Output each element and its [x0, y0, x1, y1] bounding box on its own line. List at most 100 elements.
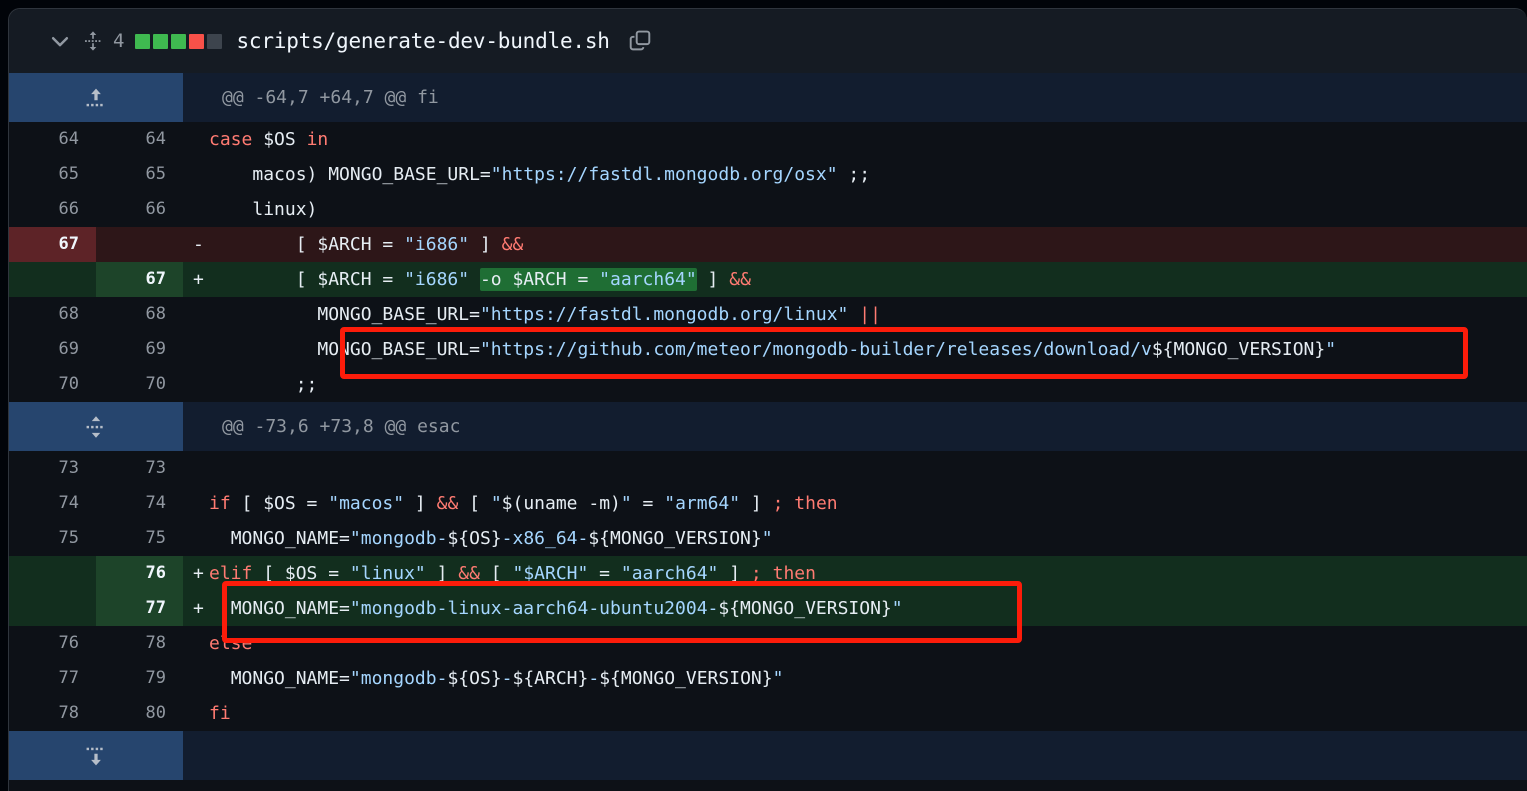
line-number-old: [9, 262, 96, 297]
hunk-header-row: @@ -73,6 +73,8 @@ esac: [9, 402, 1527, 451]
line-number-old: 77: [9, 661, 96, 696]
line-number-new: 65: [96, 157, 183, 192]
line-number-old: 73: [9, 451, 96, 486]
line-number-new: 79: [96, 661, 183, 696]
line-number-old: [9, 591, 96, 626]
line-number-new: 67: [96, 262, 183, 297]
table-row[interactable]: 74 74 if [ $OS = "macos" ] && [ "$(uname…: [9, 486, 1527, 521]
line-number-old: 65: [9, 157, 96, 192]
line-number-old: 68: [9, 297, 96, 332]
table-row-added[interactable]: 67 + [ $ARCH = "i686" -o $ARCH = "aarch6…: [9, 262, 1527, 297]
line-number-new: 64: [96, 122, 183, 157]
table-row[interactable]: 64 64 case $OS in: [9, 122, 1527, 157]
hunk-footer-row: [9, 731, 1527, 780]
line-marker: [183, 661, 209, 696]
code-line: case $OS in: [209, 122, 1527, 157]
line-marker: [183, 626, 209, 661]
hunk-footer-text: [183, 731, 1527, 780]
copy-icon[interactable]: [622, 25, 658, 57]
file-path[interactable]: scripts/generate-dev-bundle.sh: [236, 29, 609, 53]
line-number-new: 77: [96, 591, 183, 626]
code-line: MONGO_BASE_URL="https://fastdl.mongodb.o…: [209, 297, 1527, 332]
line-number-old: 76: [9, 626, 96, 661]
change-count: 4: [113, 30, 125, 52]
code-line: ;;: [209, 367, 1527, 402]
table-row-deleted[interactable]: 67 - [ $ARCH = "i686" ] &&: [9, 227, 1527, 262]
code-line: else: [209, 626, 1527, 661]
table-row-added[interactable]: 76 + elif [ $OS = "linux" ] && [ "$ARCH"…: [9, 556, 1527, 591]
line-number-old: [9, 556, 96, 591]
code-line: MONGO_NAME="mongodb-${OS}-${ARCH}-${MONG…: [209, 661, 1527, 696]
hunk-header-text: @@ -64,7 +64,7 @@ fi: [183, 73, 1527, 122]
code-line: linux): [209, 192, 1527, 227]
line-marker: [183, 122, 209, 157]
line-number-old: 67: [9, 227, 96, 262]
code-line: macos) MONGO_BASE_URL="https://fastdl.mo…: [209, 157, 1527, 192]
expand-up-icon[interactable]: [9, 73, 183, 122]
diff-file-container: 4 scripts/generate-dev-bundle.sh @@ -64,…: [8, 8, 1527, 791]
line-number-new: 75: [96, 521, 183, 556]
code-line: if [ $OS = "macos" ] && [ "$(uname -m)" …: [209, 486, 1527, 521]
line-marker: [183, 486, 209, 521]
line-marker: +: [183, 262, 209, 297]
line-number-new: 73: [96, 451, 183, 486]
table-row-added[interactable]: 77 + MONGO_NAME="mongodb-linux-aarch64-u…: [9, 591, 1527, 626]
line-number-old: 64: [9, 122, 96, 157]
line-number-new: 80: [96, 696, 183, 731]
line-number-old: 69: [9, 332, 96, 367]
diff-file-header: 4 scripts/generate-dev-bundle.sh: [9, 9, 1527, 73]
table-row[interactable]: 69 69 MONGO_BASE_URL="https://github.com…: [9, 332, 1527, 367]
line-number-old: 75: [9, 521, 96, 556]
line-marker: [183, 192, 209, 227]
code-line: MONGO_NAME="mongodb-linux-aarch64-ubuntu…: [209, 591, 1527, 626]
line-number-new: 74: [96, 486, 183, 521]
diffstat-block-2: [171, 33, 187, 49]
table-row[interactable]: 77 79 MONGO_NAME="mongodb-${OS}-${ARCH}-…: [9, 661, 1527, 696]
code-line: MONGO_BASE_URL="https://github.com/meteo…: [209, 332, 1527, 367]
line-number-new: 76: [96, 556, 183, 591]
table-row[interactable]: 78 80 fi: [9, 696, 1527, 731]
line-marker: [183, 367, 209, 402]
code-line: elif [ $OS = "linux" ] && [ "$ARCH" = "a…: [209, 556, 1527, 591]
hunk-header-text: @@ -73,6 +73,8 @@ esac: [183, 402, 1527, 451]
hunk-header-row: @@ -64,7 +64,7 @@ fi: [9, 73, 1527, 122]
diffstat-block-3: [189, 33, 205, 49]
code-line: [209, 451, 1527, 486]
diffstat-block-4: [207, 33, 223, 49]
table-row[interactable]: 76 78 else: [9, 626, 1527, 661]
line-marker: +: [183, 556, 209, 591]
table-row[interactable]: 66 66 linux): [9, 192, 1527, 227]
diffstat-block-1: [153, 33, 169, 49]
line-number-new: 66: [96, 192, 183, 227]
table-row[interactable]: 70 70 ;;: [9, 367, 1527, 402]
code-line: fi: [209, 696, 1527, 731]
expand-up-down-icon[interactable]: [9, 402, 183, 451]
table-row[interactable]: 65 65 macos) MONGO_BASE_URL="https://fas…: [9, 157, 1527, 192]
chevron-down-icon[interactable]: [45, 26, 75, 56]
diff-body: @@ -64,7 +64,7 @@ fi 64 64 case $OS in 6…: [9, 73, 1527, 780]
line-number-new: [96, 227, 183, 262]
line-marker: [183, 297, 209, 332]
line-number-new: 70: [96, 367, 183, 402]
line-marker: [183, 451, 209, 486]
drag-move-icon[interactable]: [75, 26, 111, 56]
line-number-old: 78: [9, 696, 96, 731]
code-line: MONGO_NAME="mongodb-${OS}-x86_64-${MONGO…: [209, 521, 1527, 556]
line-marker: +: [183, 591, 209, 626]
table-row[interactable]: 73 73: [9, 451, 1527, 486]
line-number-new: 68: [96, 297, 183, 332]
table-row[interactable]: 68 68 MONGO_BASE_URL="https://fastdl.mon…: [9, 297, 1527, 332]
expand-down-icon[interactable]: [9, 731, 183, 780]
line-marker: [183, 521, 209, 556]
diffstat: [135, 33, 223, 49]
line-marker: -: [183, 227, 209, 262]
code-line: [ $ARCH = "i686" ] &&: [209, 227, 1527, 262]
line-marker: [183, 696, 209, 731]
line-marker: [183, 332, 209, 367]
line-number-old: 70: [9, 367, 96, 402]
table-row[interactable]: 75 75 MONGO_NAME="mongodb-${OS}-x86_64-$…: [9, 521, 1527, 556]
line-number-new: 69: [96, 332, 183, 367]
diffstat-block-0: [135, 33, 151, 49]
line-number-old: 74: [9, 486, 96, 521]
code-line: [ $ARCH = "i686" -o $ARCH = "aarch64" ] …: [209, 262, 1527, 297]
